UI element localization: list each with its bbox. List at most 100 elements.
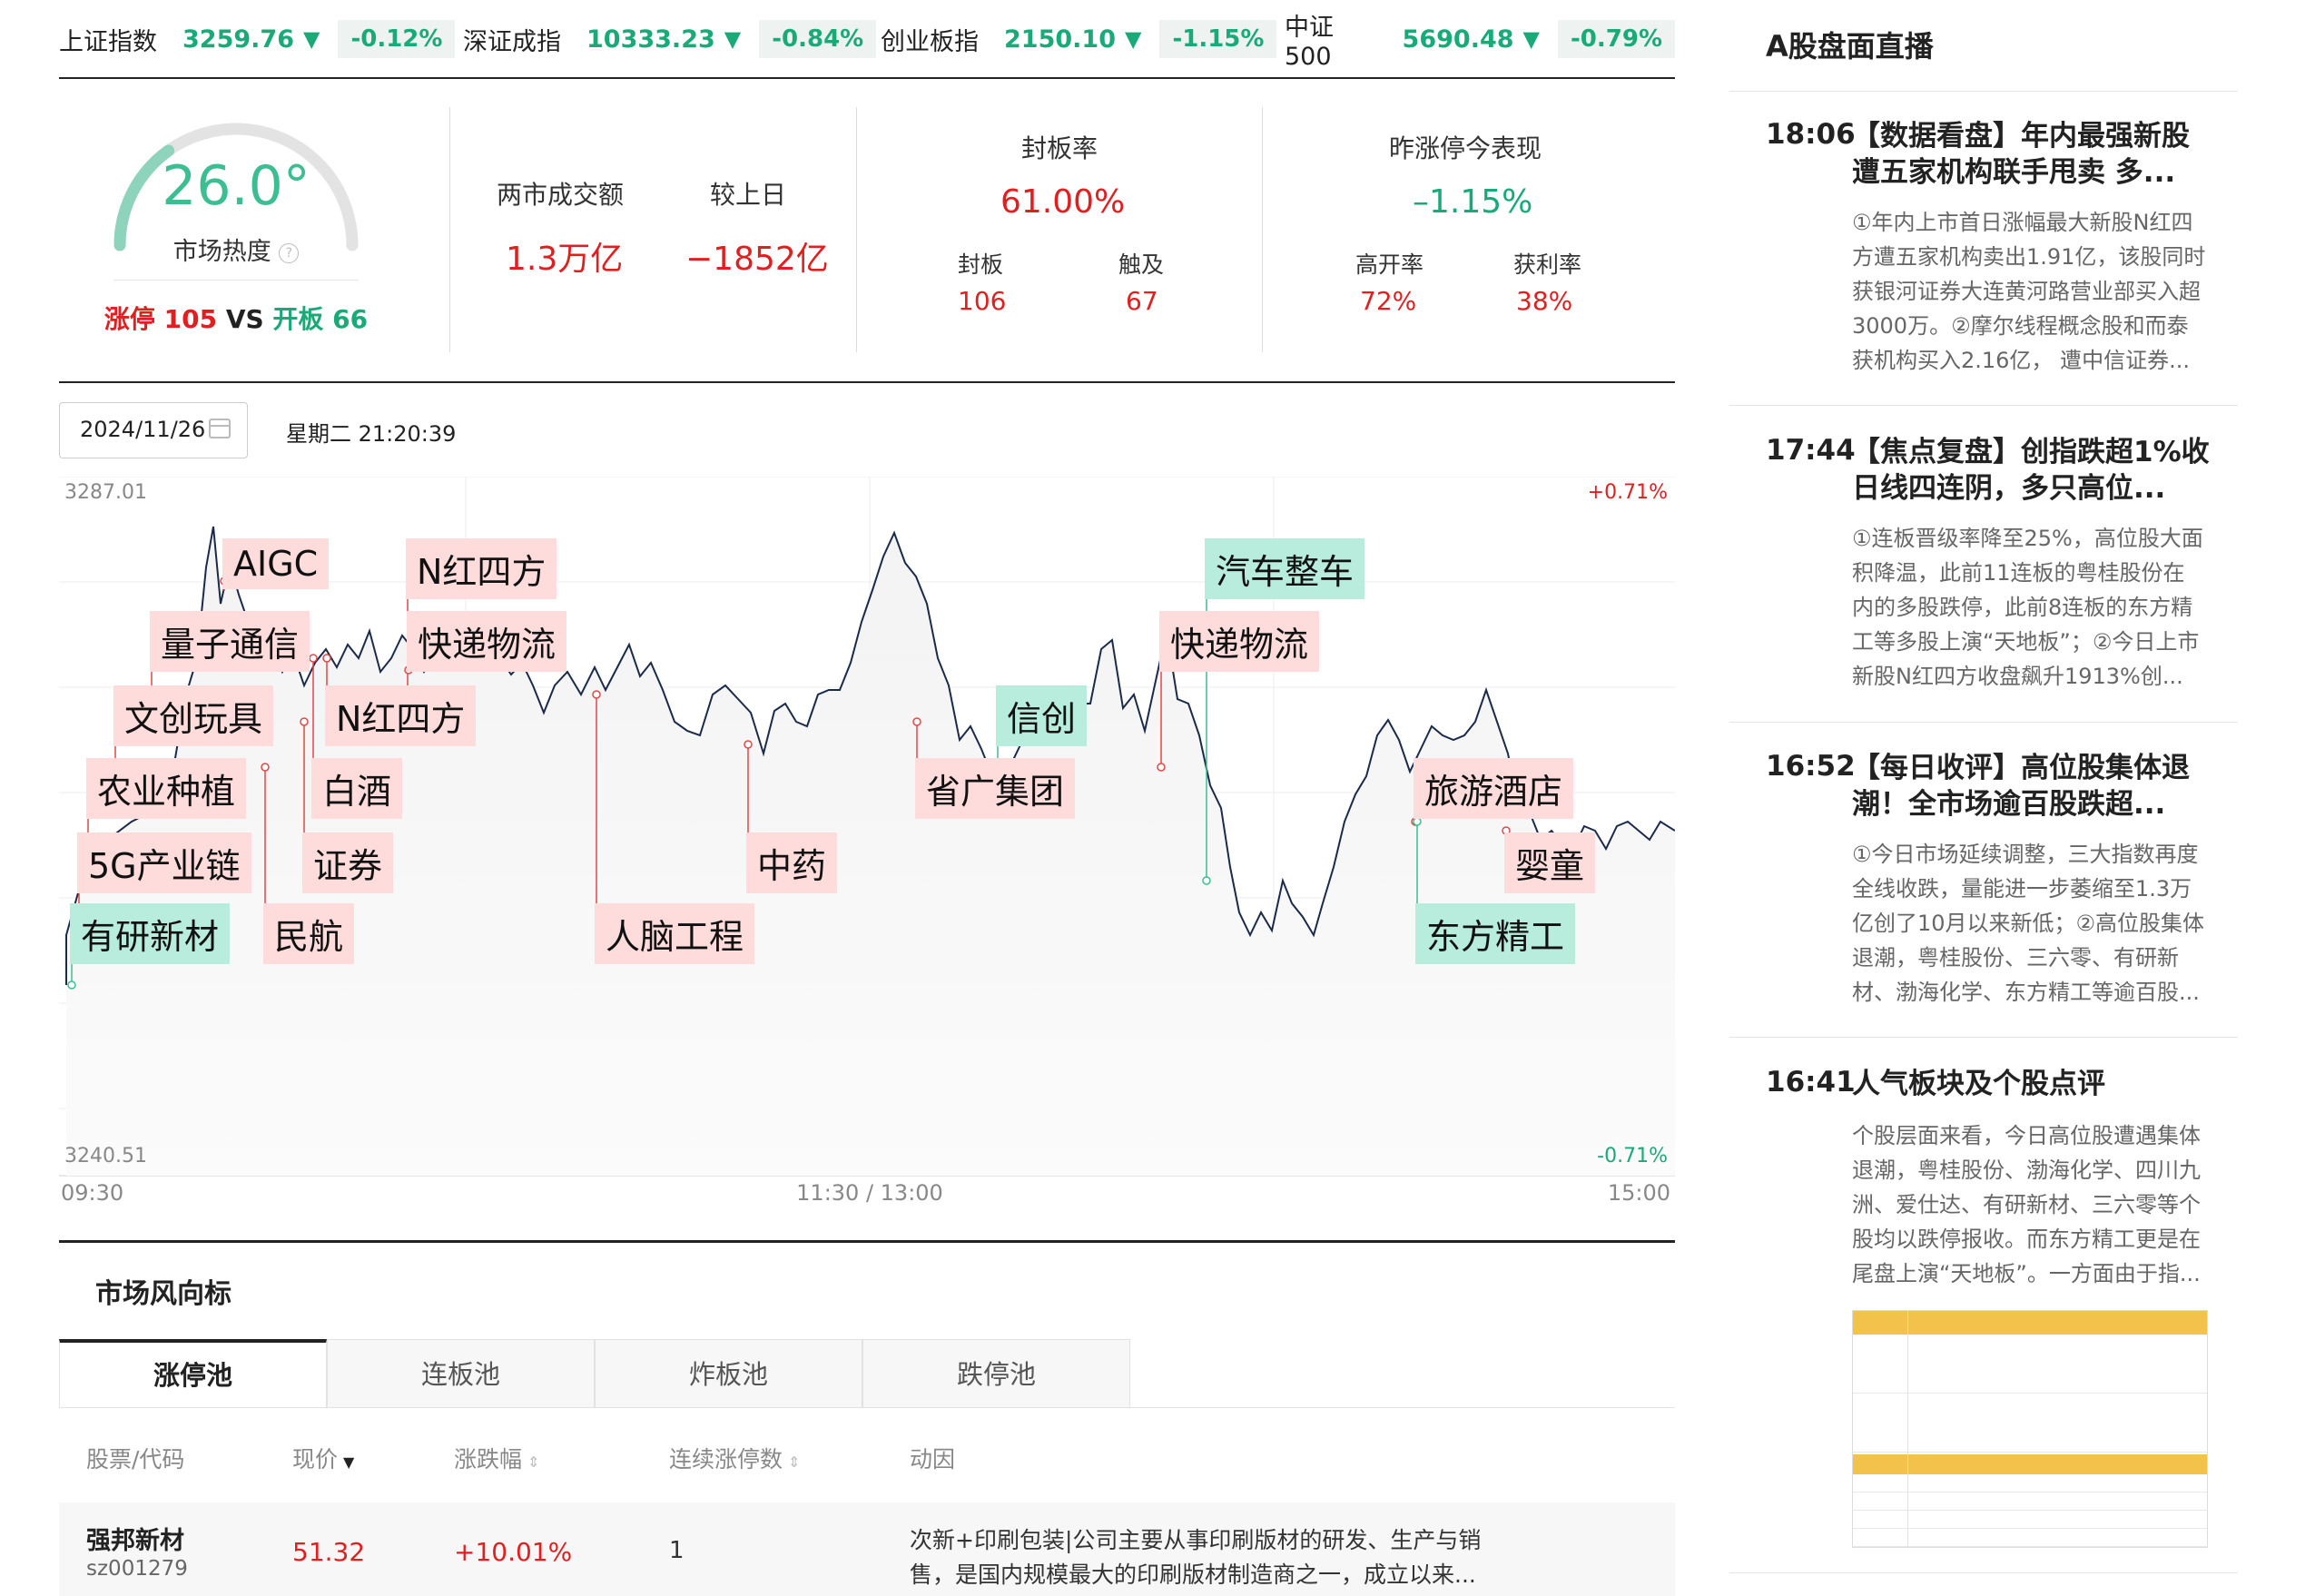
- event-tag[interactable]: AIGC: [222, 538, 330, 589]
- heat-panel: 26.0° 市场热度 ? 涨停 105 VS 开板 66: [59, 100, 413, 354]
- stat-separator: [1262, 107, 1263, 352]
- tag-anchor-dot: [322, 654, 331, 663]
- x-label-open: 09:30: [61, 1180, 123, 1206]
- event-tag[interactable]: 省广集团: [915, 758, 1076, 819]
- tag-anchor-dot: [261, 763, 270, 772]
- news-image-table[interactable]: [1852, 1310, 2208, 1548]
- heat-label-row: 市场热度 ?: [59, 232, 413, 267]
- event-tag[interactable]: 5G产业链: [77, 832, 251, 893]
- index-change: -1.15%: [1159, 20, 1277, 58]
- limit-up-vs-open: 涨停 105 VS 开板 66: [59, 300, 413, 336]
- event-tag[interactable]: 白酒: [311, 758, 403, 819]
- turnover-diff-value: −1852亿: [685, 241, 829, 278]
- stock-name[interactable]: 强邦新材: [86, 1521, 184, 1556]
- index-item[interactable]: 创业板指 2150.10 ▼ -1.15%: [881, 20, 1285, 58]
- tag-anchor-dot: [592, 690, 601, 699]
- event-tag[interactable]: 中药: [746, 832, 838, 893]
- date-value: 2024/11/26: [80, 417, 206, 442]
- news-time: 18:06: [1766, 118, 1856, 151]
- right-min-label: -0.71%: [1597, 1145, 1668, 1167]
- news-title[interactable]: 【数据看盘】年内最强新股遭五家机构联手甩卖 多...: [1852, 118, 2215, 191]
- event-tag[interactable]: 文创玩具: [113, 685, 274, 746]
- news-separator: [1729, 91, 2238, 92]
- vs-label: VS: [225, 304, 264, 334]
- intraday-chart[interactable]: 3287.01 3240.51 +0.71% -0.71% 09:30 11:3…: [59, 477, 1675, 1212]
- image-mid-band: [1853, 1454, 2207, 1474]
- down-triangle-icon: ▼: [1522, 26, 1540, 52]
- news-body: ①连板晋级率降至25%，高位股大面积降温，此前11连板的粤桂股份在内的多股跌停，…: [1852, 526, 2203, 689]
- event-tag[interactable]: 人脑工程: [595, 903, 755, 964]
- index-value: 2150.10: [1004, 25, 1116, 54]
- index-item[interactable]: 中证500 5690.48 ▼ -0.79%: [1285, 7, 1675, 71]
- index-value: 3259.76: [182, 25, 294, 54]
- index-change: -0.79%: [1558, 20, 1675, 58]
- header-streak[interactable]: 连续涨停数 ⇕: [669, 1442, 800, 1474]
- tab-broken-pool[interactable]: 炸板池: [595, 1339, 862, 1408]
- seal-rate-value: 61.00%: [1000, 183, 1126, 221]
- event-tag[interactable]: 民航: [263, 903, 355, 964]
- table-row[interactable]: 强邦新材 sz001279 51.32 +10.01% 1 次新+印刷包装|公司…: [59, 1502, 1675, 1596]
- event-tag[interactable]: 快递物流: [407, 611, 567, 672]
- image-header-band: [1853, 1311, 2207, 1335]
- event-tag[interactable]: 婴童: [1504, 832, 1596, 893]
- news-time: 16:41: [1766, 1066, 1856, 1098]
- event-tag[interactable]: 快递物流: [1159, 611, 1320, 672]
- tab-consecutive-pool[interactable]: 连板池: [327, 1339, 595, 1408]
- turnover-label: 两市成交额: [497, 180, 625, 210]
- down-triangle-icon: ▼: [302, 26, 320, 52]
- x-label-mid: 11:30 / 13:00: [796, 1180, 943, 1206]
- header-change[interactable]: 涨跌幅 ⇕: [454, 1442, 539, 1474]
- stat-separator: [856, 107, 857, 352]
- header-price[interactable]: 现价 ▼: [292, 1442, 354, 1474]
- profit-value: 38%: [1516, 286, 1573, 316]
- sort-icon: ⇕: [788, 1453, 801, 1471]
- news-separator: [1729, 1037, 2238, 1038]
- index-name: 深证成指: [463, 27, 561, 56]
- event-tag[interactable]: 东方精工: [1415, 903, 1576, 964]
- heat-value: 26.0°: [162, 154, 310, 218]
- event-tag[interactable]: 量子通信: [150, 611, 310, 672]
- event-tag[interactable]: 农业种植: [86, 758, 247, 819]
- touched-value: 67: [1126, 286, 1158, 316]
- index-bar: 上证指数 3259.76 ▼ -0.12% 深证成指 10333.23 ▼ -0…: [59, 14, 1675, 71]
- event-tag[interactable]: 旅游酒店: [1414, 758, 1574, 819]
- yesterday-title: 昨涨停今表现: [1389, 133, 1542, 163]
- event-tag[interactable]: 有研新材: [70, 903, 231, 964]
- event-tag[interactable]: N红四方: [325, 685, 477, 746]
- tag-anchor-dot: [1202, 876, 1211, 885]
- news-title[interactable]: 人气板块及个股点评: [1852, 1066, 2215, 1102]
- open-label: 开板: [272, 304, 324, 334]
- news-title[interactable]: 【每日收评】高位股集体退潮！全市场逾百股跌超...: [1852, 750, 2215, 823]
- yesterday-value: –1.15%: [1413, 183, 1533, 221]
- limit-up-count: 105: [163, 304, 218, 334]
- event-tag[interactable]: N红四方: [406, 538, 557, 599]
- tag-anchor-dot: [67, 980, 76, 990]
- calendar-icon: [209, 419, 231, 438]
- tag-anchor-dot: [912, 717, 921, 726]
- tab-limit-up-pool[interactable]: 涨停池: [59, 1339, 327, 1408]
- heat-divider: [113, 280, 359, 281]
- news-title[interactable]: 【焦点复盘】创指跌超1%收日线四连阴，多只高位...: [1852, 434, 2215, 507]
- date-picker[interactable]: 2024/11/26: [59, 402, 248, 458]
- event-tag[interactable]: 汽车整车: [1205, 538, 1365, 599]
- index-item[interactable]: 深证成指 10333.23 ▼ -0.84%: [463, 20, 881, 58]
- event-tag[interactable]: 证券: [302, 832, 394, 893]
- heat-label: 市场热度: [172, 238, 271, 266]
- y-max-label: 3287.01: [64, 481, 147, 504]
- index-change: -0.12%: [338, 20, 456, 58]
- help-icon[interactable]: ?: [279, 242, 300, 263]
- news-body: ①年内上市首日涨幅最大新股N红四方遭五家机构卖出1.91亿，该股同时获银河证券大…: [1852, 210, 2206, 373]
- news-time: 16:52: [1766, 750, 1856, 783]
- down-triangle-icon: ▼: [1124, 26, 1142, 52]
- news-separator: [1729, 1572, 2238, 1573]
- stock-change: +10.01%: [454, 1537, 573, 1567]
- stock-reason-line2: 售，是国内规模最大的印刷版材制造商之一，成立以来...: [910, 1562, 1476, 1588]
- image-col-line: [1907, 1311, 1908, 1547]
- index-item[interactable]: 上证指数 3259.76 ▼ -0.12%: [59, 20, 463, 58]
- right-max-label: +0.71%: [1588, 481, 1668, 504]
- high-open-value: 72%: [1360, 286, 1417, 316]
- tab-underline: [59, 1407, 1675, 1408]
- tab-limit-down-pool[interactable]: 跌停池: [862, 1339, 1130, 1408]
- event-tag[interactable]: 信创: [996, 685, 1088, 746]
- tag-anchor-dot: [1413, 817, 1422, 826]
